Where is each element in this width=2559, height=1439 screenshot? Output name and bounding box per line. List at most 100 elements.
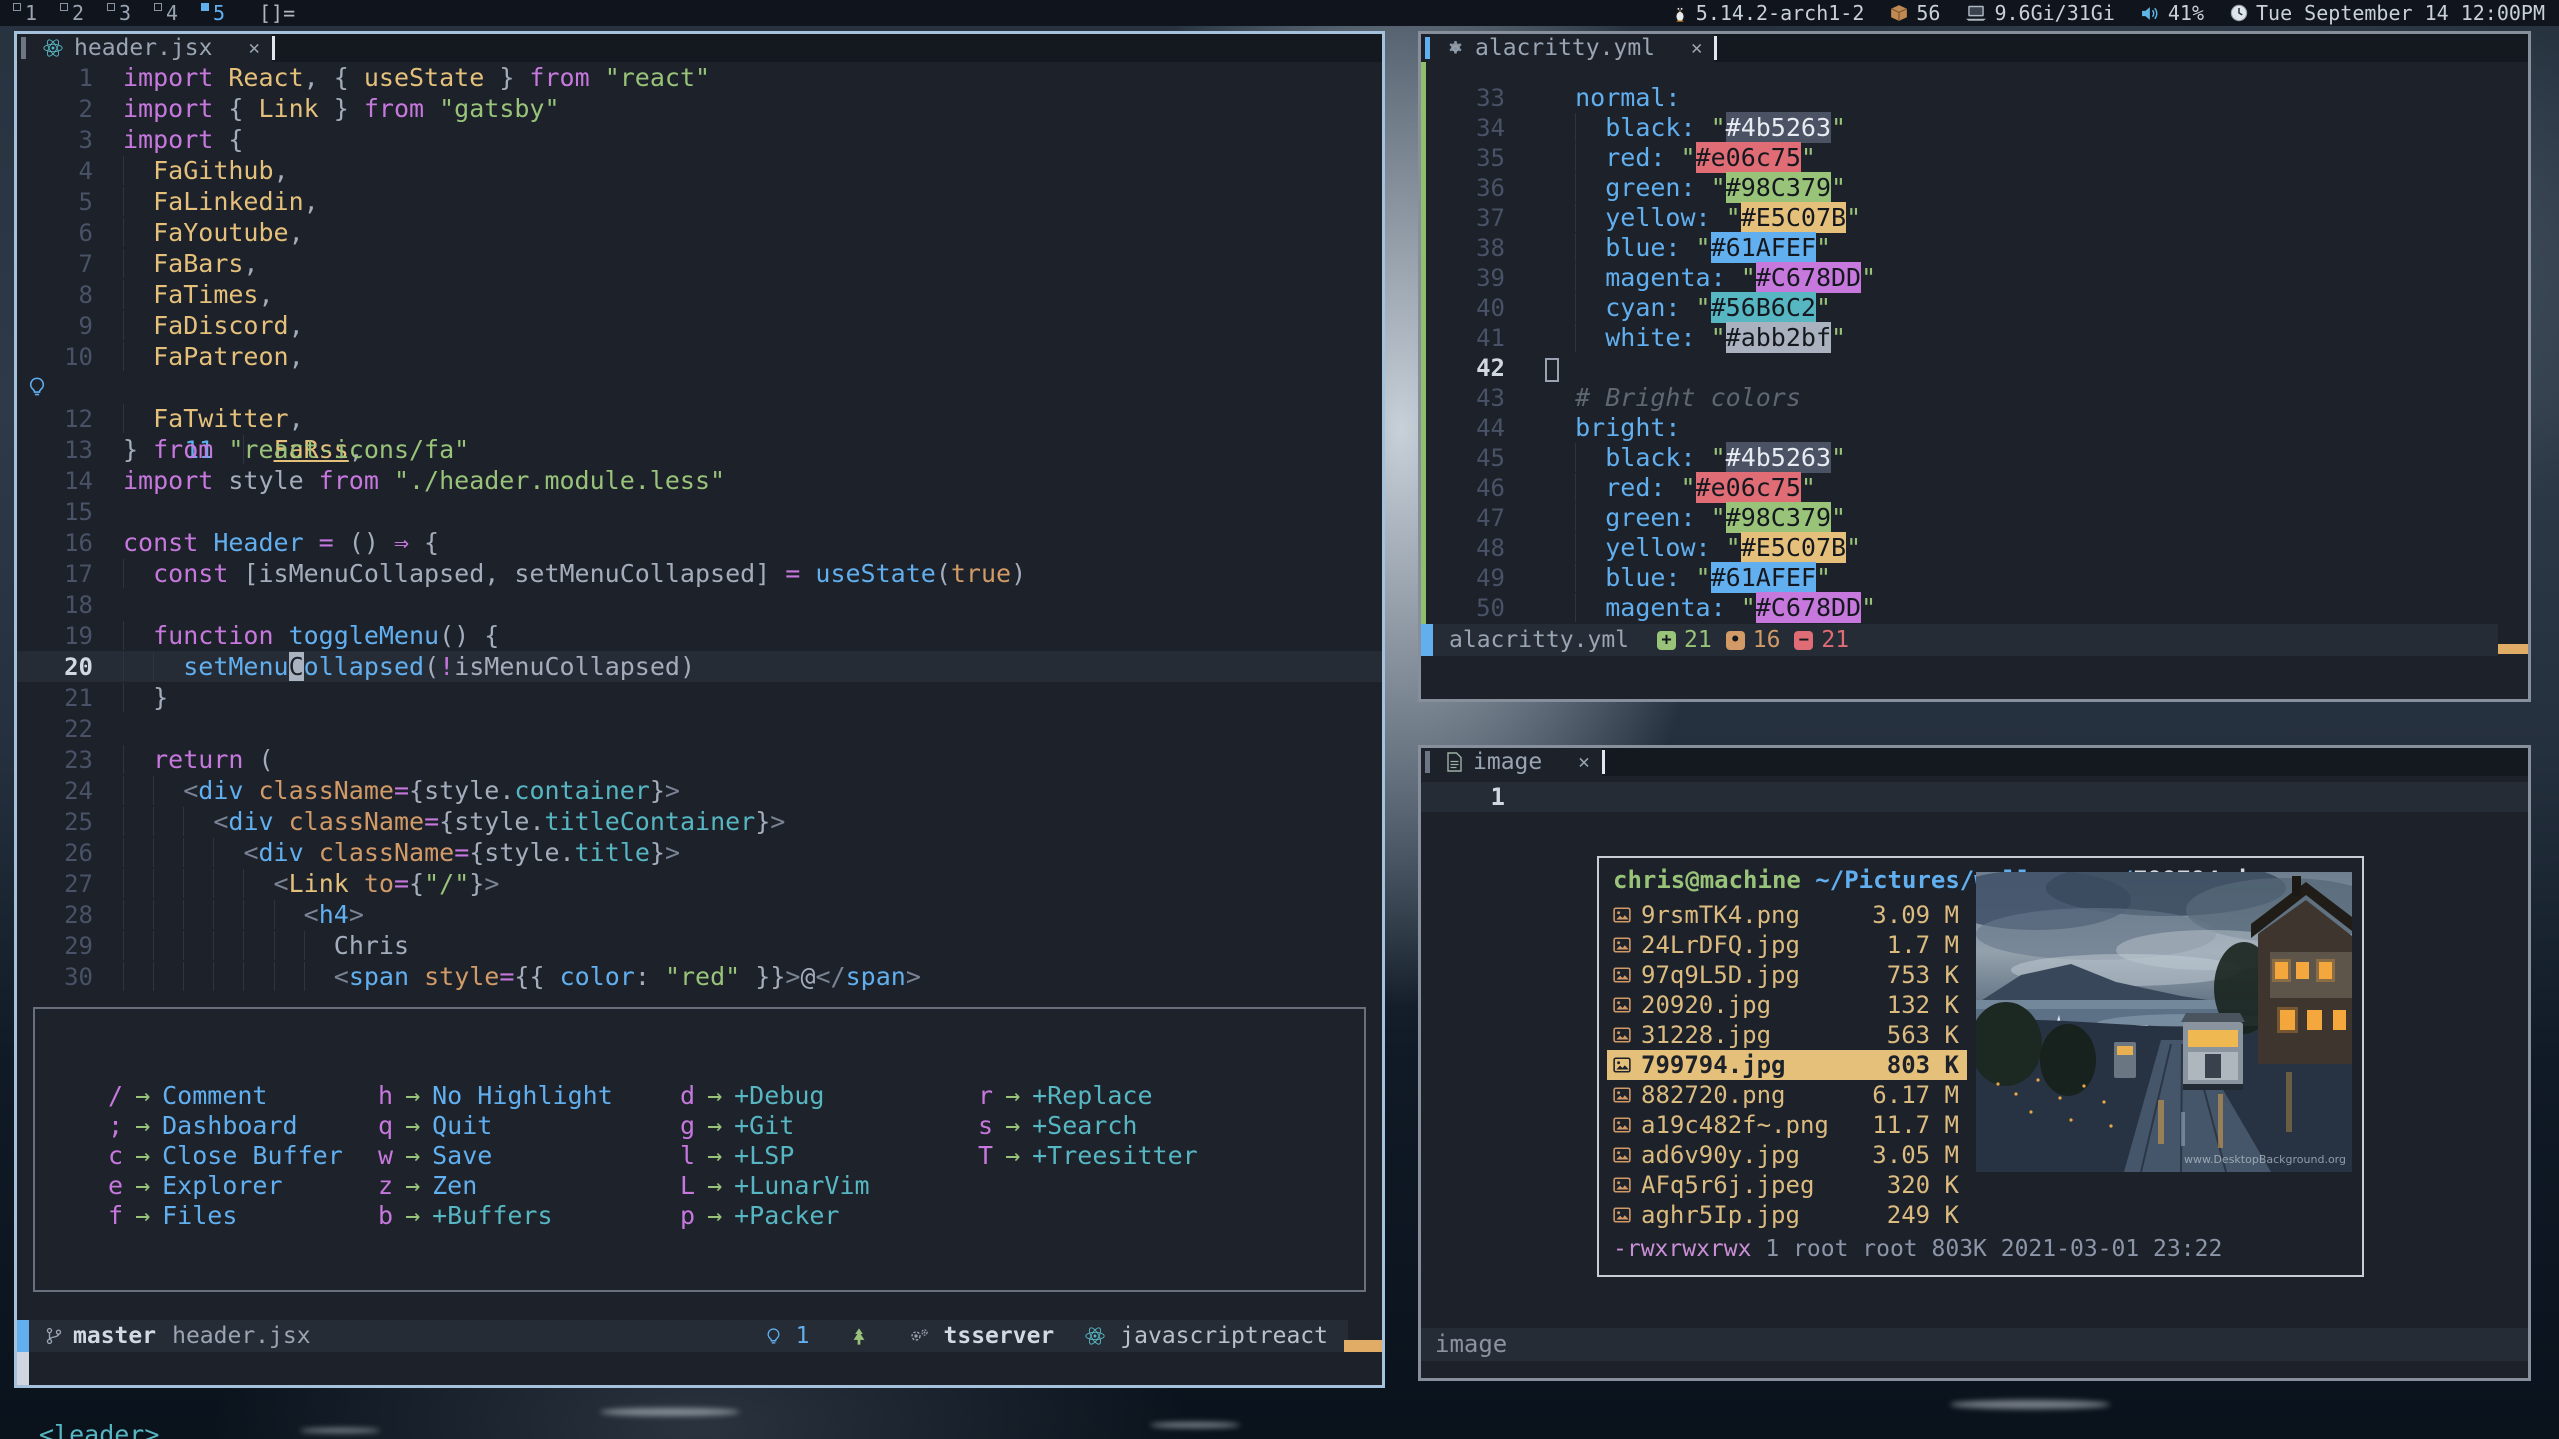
workspace-4[interactable]: 4 — [153, 0, 200, 26]
code-line[interactable]: 17 const [isMenuCollapsed, setMenuCollap… — [17, 558, 1382, 589]
code-line[interactable]: 26 <div className={style.title}> — [17, 837, 1382, 868]
code-line[interactable]: 10 FaPatreon, — [17, 341, 1382, 372]
file-row[interactable]: AFq5r6j.jpeg320 K — [1607, 1170, 1967, 1200]
git-changed-count: 16 — [1753, 627, 1781, 653]
code-line[interactable]: 1import React, { useState } from "react" — [17, 62, 1382, 93]
file-row[interactable]: 882720.png6.17 M — [1607, 1080, 1967, 1110]
code-line[interactable]: 4 FaGithub, — [17, 155, 1382, 186]
code-line[interactable]: 42 — [1421, 353, 2528, 383]
code-token — [123, 683, 153, 712]
code-line[interactable]: 40 cyan: "#56B6C2" — [1421, 293, 2528, 323]
code-line[interactable]: 28 <h4> — [17, 899, 1382, 930]
code-line[interactable]: 41 white: "#abb2bf" — [1421, 323, 2528, 353]
code-line[interactable]: 8 FaTimes, — [17, 279, 1382, 310]
file-row[interactable]: 24LrDFQ.jpg1.7 M — [1607, 930, 1967, 960]
code-token: C — [289, 652, 304, 681]
code-line[interactable]: 46 red: "#e06c75" — [1421, 473, 2528, 503]
workspace-3[interactable]: 3 — [106, 0, 153, 26]
which-key-item-comment[interactable]: /→Comment — [108, 1081, 343, 1111]
which-key-item-debug[interactable]: d→+Debug — [680, 1081, 870, 1111]
code-line[interactable]: 18 — [17, 589, 1382, 620]
which-key-item-treesitter[interactable]: T→+Treesitter — [978, 1141, 1198, 1171]
scrollbar-indicator[interactable] — [2498, 644, 2528, 654]
code-token: " — [1861, 593, 1876, 622]
code-line[interactable]: 49 blue: "#61AFEF" — [1421, 563, 2528, 593]
which-key-item-files[interactable]: f→Files — [108, 1201, 343, 1231]
code-line[interactable]: 16const Header = () ⇒ { — [17, 527, 1382, 558]
code-line[interactable]: 3import { — [17, 124, 1382, 155]
file-row[interactable]: 9rsmTK4.png3.09 M — [1607, 900, 1967, 930]
code-line[interactable]: 5 FaLinkedin, — [17, 186, 1382, 217]
workspace-2[interactable]: 2 — [59, 0, 106, 26]
code-line[interactable]: 29 Chris — [17, 930, 1382, 961]
which-key-item-close-buffer[interactable]: c→Close Buffer — [108, 1141, 343, 1171]
which-key-item-lsp[interactable]: l→+LSP — [680, 1141, 870, 1171]
code-line-cursor[interactable]: 20 setMenuCollapsed(!isMenuCollapsed) — [17, 651, 1382, 682]
code-line[interactable]: 39 magenta: "#C678DD" — [1421, 263, 2528, 293]
code-line[interactable]: 13} from "react-icons/fa" — [17, 434, 1382, 465]
scrollbar-indicator[interactable] — [1344, 1340, 1382, 1352]
workspace-1[interactable]: 1 — [12, 0, 59, 26]
file-row[interactable]: ad6v90y.jpg3.05 M — [1607, 1140, 1967, 1170]
code-line[interactable]: 36 green: "#98C379" — [1421, 173, 2528, 203]
file-row[interactable]: a19c482f~.png11.7 M — [1607, 1110, 1967, 1140]
code-line-cursor[interactable]: 1 — [1421, 782, 2528, 812]
which-key-item-git[interactable]: g→+Git — [680, 1111, 870, 1141]
code-line[interactable]: 48 yellow: "#E5C07B" — [1421, 533, 2528, 563]
layout-symbol[interactable]: []= — [259, 1, 295, 25]
which-key-item-buffers[interactable]: b→+Buffers — [378, 1201, 613, 1231]
code-line[interactable]: 33 normal: — [1421, 83, 2528, 113]
file-row-selected[interactable]: 799794.jpg803 K — [1607, 1050, 1967, 1080]
code-line[interactable]: 23 return ( — [17, 744, 1382, 775]
code-line-diagnostic[interactable]: 11 FaRss, — [17, 372, 1382, 403]
code-line[interactable]: 24 <div className={style.container}> — [17, 775, 1382, 806]
code-line[interactable]: 6 FaYoutube, — [17, 217, 1382, 248]
tab-alacritty-yml[interactable]: alacritty.yml ✕ — [1421, 34, 1714, 62]
code-line[interactable]: 25 <div className={style.titleContainer}… — [17, 806, 1382, 837]
code-line[interactable]: 14import style from "./header.module.les… — [17, 465, 1382, 496]
which-key-item-replace[interactable]: r→+Replace — [978, 1081, 1198, 1111]
code-line[interactable]: 30 <span style={{ color: "red" }}>@</spa… — [17, 961, 1382, 992]
code-line[interactable]: 34 black: "#4b5263" — [1421, 113, 2528, 143]
which-key-item-packer[interactable]: p→+Packer — [680, 1201, 870, 1231]
code-line[interactable]: 15 — [17, 496, 1382, 527]
which-key-item-zen[interactable]: z→Zen — [378, 1171, 613, 1201]
code-line[interactable]: 12 FaTwitter, — [17, 403, 1382, 434]
close-icon[interactable]: ✕ — [248, 37, 259, 59]
code-line[interactable]: 43 # Bright colors — [1421, 383, 2528, 413]
code-line[interactable]: 19 function toggleMenu() { — [17, 620, 1382, 651]
workspace-5-active[interactable]: 5 — [200, 0, 247, 26]
which-key-item-search[interactable]: s→+Search — [978, 1111, 1198, 1141]
tab-filename: alacritty.yml — [1475, 35, 1655, 61]
code-line[interactable]: 38 blue: "#61AFEF" — [1421, 233, 2528, 263]
code-line[interactable]: 22 — [17, 713, 1382, 744]
file-row[interactable]: 97q9L5D.jpg753 K — [1607, 960, 1967, 990]
code-line[interactable]: 2import { Link } from "gatsby" — [17, 93, 1382, 124]
which-key-item-explorer[interactable]: e→Explorer — [108, 1171, 343, 1201]
file-row[interactable]: 20920.jpg132 K — [1607, 990, 1967, 1020]
code-line[interactable]: 45 black: "#4b5263" — [1421, 443, 2528, 473]
file-row[interactable]: 31228.jpg563 K — [1607, 1020, 1967, 1050]
tab-image[interactable]: image ✕ — [1421, 748, 1602, 776]
which-key-item-save[interactable]: w→Save — [378, 1141, 613, 1171]
code-line[interactable]: 50 magenta: "#C678DD" — [1421, 593, 2528, 623]
which-key-item-no-highlight[interactable]: h→No Highlight — [378, 1081, 613, 1111]
code-line[interactable]: 7 FaBars, — [17, 248, 1382, 279]
which-key-item-quit[interactable]: q→Quit — [378, 1111, 613, 1141]
code-line[interactable]: 37 yellow: "#E5C07B" — [1421, 203, 2528, 233]
code-line[interactable]: 21 } — [17, 682, 1382, 713]
which-key-item-dashboard[interactable]: ;→Dashboard — [108, 1111, 343, 1141]
close-icon[interactable]: ✕ — [1578, 751, 1589, 773]
code-line[interactable]: 27 <Link to={"/"}> — [17, 868, 1382, 899]
file-row[interactable]: aghr5Ip.jpg249 K — [1607, 1200, 1967, 1230]
which-key-column: d→+Debug g→+Git l→+LSP L→+LunarVim p→+Pa… — [680, 1081, 870, 1231]
code-line[interactable]: 35 red: "#e06c75" — [1421, 143, 2528, 173]
tab-header-jsx[interactable]: header.jsx ✕ — [17, 34, 272, 62]
which-key-item-lunarvim[interactable]: L→+LunarVim — [680, 1171, 870, 1201]
code-line[interactable]: 9 FaDiscord, — [17, 310, 1382, 341]
close-icon[interactable]: ✕ — [1691, 37, 1702, 59]
bufferline: alacritty.yml ✕ — [1421, 34, 2528, 62]
lightbulb-icon[interactable] — [27, 377, 47, 397]
code-line[interactable]: 47 green: "#98C379" — [1421, 503, 2528, 533]
code-line[interactable]: 44 bright: — [1421, 413, 2528, 443]
